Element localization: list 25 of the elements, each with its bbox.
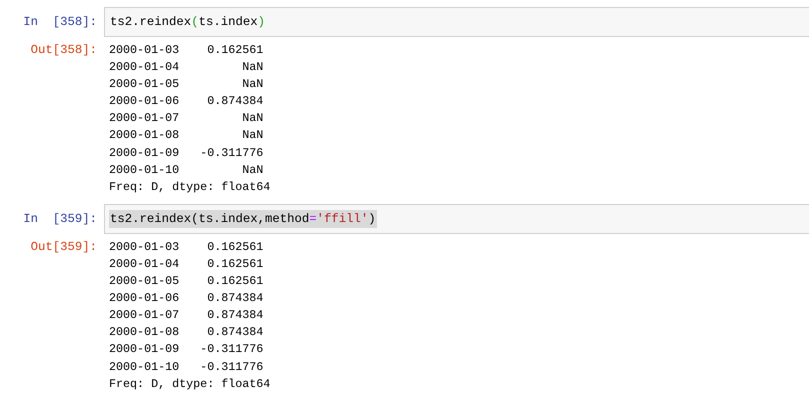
code-line: ts2.reindex(ts.index) xyxy=(109,14,266,31)
output-line: 2000-01-08 NaN xyxy=(108,127,264,144)
output-line: 2000-01-06 0.874384 xyxy=(108,290,264,308)
output-line: 2000-01-09 -0.311776 xyxy=(108,144,264,162)
output-line: Freq: D, dtype: float64 xyxy=(108,376,270,393)
output-line: 2000-01-04 0.162561 xyxy=(108,256,264,273)
input-prompt: In [358]: xyxy=(22,14,98,31)
output-line: 2000-01-05 0.162561 xyxy=(108,273,264,290)
output-line: 2000-01-07 NaN xyxy=(108,110,264,128)
output-line: Freq: D, dtype: float64 xyxy=(108,178,270,196)
input-prompt: In [359]: xyxy=(22,210,98,228)
output-line: 2000-01-10 NaN xyxy=(108,162,264,179)
output-line: 2000-01-05 NaN xyxy=(108,76,264,94)
output-line: 2000-01-09 -0.311776 xyxy=(108,341,264,358)
output-line: 2000-01-03 0.162561 xyxy=(108,42,264,59)
output-line: 2000-01-06 0.874384 xyxy=(108,93,264,110)
output-line: 2000-01-03 0.162561 xyxy=(108,238,264,256)
output-line: 2000-01-08 0.874384 xyxy=(108,324,264,342)
code-input-cell[interactable]: ts2.reindex(ts.index) xyxy=(104,7,809,37)
code-input-cell[interactable]: ts2.reindex(ts.index,method='ffill') xyxy=(104,204,809,234)
output-line: 2000-01-07 0.874384 xyxy=(108,307,264,324)
output-line: 2000-01-10 -0.311776 xyxy=(108,358,264,376)
output-prompt: Out[358]: xyxy=(30,42,98,59)
output-line: 2000-01-04 NaN xyxy=(108,59,264,76)
output-prompt: Out[359]: xyxy=(30,238,98,256)
